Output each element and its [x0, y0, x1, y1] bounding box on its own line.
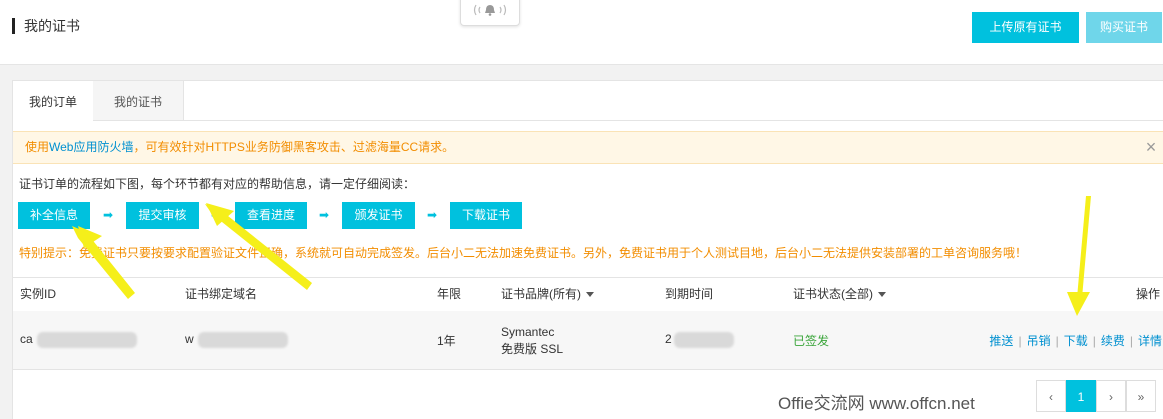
col-years: 年限: [437, 287, 462, 301]
caret-down-icon: [586, 292, 594, 298]
step-submit-review-button[interactable]: 提交审核: [126, 202, 199, 229]
notice-suffix: ，可有效针对HTTPS业务防御黑客攻击、过滤海量CC请求。: [133, 140, 455, 154]
divider: |: [1129, 334, 1133, 348]
step-download-certificate-button[interactable]: 下载证书: [450, 202, 522, 229]
years-cell: 1年: [437, 334, 456, 348]
instance-id-text: ca: [20, 332, 33, 347]
redacted-mask: [673, 332, 734, 348]
tab-bar: 我的订单 我的证书: [13, 81, 1163, 121]
step-check-progress-button[interactable]: 查看进度: [235, 202, 307, 229]
upload-certificate-button[interactable]: 上传原有证书: [972, 12, 1079, 43]
details-link[interactable]: 详情: [1138, 334, 1162, 348]
col-instance-id: 实例ID: [20, 287, 57, 301]
col-actions: 操作: [1136, 287, 1161, 301]
caret-down-icon: [878, 292, 886, 298]
domain-text: w: [185, 332, 194, 347]
tab-my-orders[interactable]: 我的订单: [13, 81, 94, 121]
col-status-label: 证书状态(全部): [793, 287, 873, 301]
renew-link[interactable]: 续费: [1101, 334, 1125, 348]
page-title: 我的证书: [12, 18, 80, 34]
brand-cell: Symantec 免费版 SSL: [501, 324, 563, 358]
domain-cell: w: [185, 332, 288, 348]
expiry-text: 2: [665, 332, 672, 347]
push-link[interactable]: 推送: [989, 334, 1013, 348]
step-complete-info-button[interactable]: 补全信息: [18, 202, 90, 229]
page-1-button[interactable]: 1: [1066, 380, 1096, 412]
revoke-link[interactable]: 吊销: [1027, 334, 1051, 348]
notice-text: 使用Web应用防火墙，可有效针对HTTPS业务防御黑客攻击、过滤海量CC请求。: [25, 132, 454, 163]
notification-bell[interactable]: [460, 0, 520, 26]
instance-id-cell: ca: [20, 332, 137, 348]
arrow-right-icon: ➡: [211, 208, 222, 222]
brand-name: Symantec: [501, 325, 555, 339]
download-link[interactable]: 下载: [1064, 334, 1088, 348]
redacted-mask: [36, 332, 137, 348]
orders-card: 我的订单 我的证书 使用Web应用防火墙，可有效针对HTTPS业务防御黑客攻击、…: [12, 80, 1163, 419]
arrow-right-icon: ➡: [427, 208, 438, 222]
table-row: ca w 1年 Symantec 免费版 SSL 2 已签发 推送 | 吊销 | 下载 | 续…: [13, 311, 1163, 370]
buy-certificate-button[interactable]: 购买证书: [1086, 12, 1162, 43]
waf-notice: 使用Web应用防火墙，可有效针对HTTPS业务防御黑客攻击、过滤海量CC请求。 …: [13, 131, 1163, 164]
expiry-cell: 2: [665, 332, 734, 348]
step-issue-certificate-button[interactable]: 颁发证书: [342, 202, 415, 229]
divider: |: [1092, 334, 1096, 348]
tab-my-certificates[interactable]: 我的证书: [93, 81, 184, 120]
row-actions: 推送 | 吊销 | 下载 | 续费 | 详情: [989, 332, 1163, 349]
notice-prefix: 使用: [25, 140, 50, 154]
table-header: 实例ID 证书绑定域名 年限 证书品牌(所有) 到期时间 证书状态(全部) 操作: [13, 277, 1163, 312]
next-page-button[interactable]: ›: [1096, 380, 1126, 412]
status-badge: 已签发: [793, 334, 830, 348]
waf-link[interactable]: Web应用防火墙: [49, 140, 133, 154]
watermark: Offie交流网 www.offcn.net: [778, 394, 975, 413]
bell-icon: [473, 4, 507, 16]
flow-intro: 证书订单的流程如下图，每个环节都有对应的帮助信息，请一定仔细阅读：: [19, 177, 416, 191]
special-notice: 特别提示：免费证书只要按要求配置验证文件正确，系统就可自动完成签发。后台小二无法…: [19, 246, 1028, 260]
brand-edition: 免费版 SSL: [501, 342, 564, 356]
top-bar: 我的证书 上传原有证书 购买证书: [0, 0, 1163, 65]
col-domain: 证书绑定域名: [185, 287, 258, 301]
arrow-right-icon: ➡: [103, 208, 114, 222]
redacted-mask: [197, 332, 288, 348]
col-status-filter[interactable]: 证书状态(全部): [793, 278, 886, 311]
last-page-button[interactable]: »: [1126, 380, 1156, 412]
close-icon[interactable]: ×: [1138, 132, 1163, 163]
col-brand-label: 证书品牌(所有): [501, 287, 581, 301]
col-expiry: 到期时间: [665, 287, 714, 301]
divider: |: [1055, 334, 1059, 348]
divider: |: [1018, 334, 1022, 348]
prev-page-button[interactable]: ‹: [1036, 380, 1066, 412]
col-brand-filter[interactable]: 证书品牌(所有): [501, 278, 594, 311]
arrow-right-icon: ➡: [319, 208, 330, 222]
